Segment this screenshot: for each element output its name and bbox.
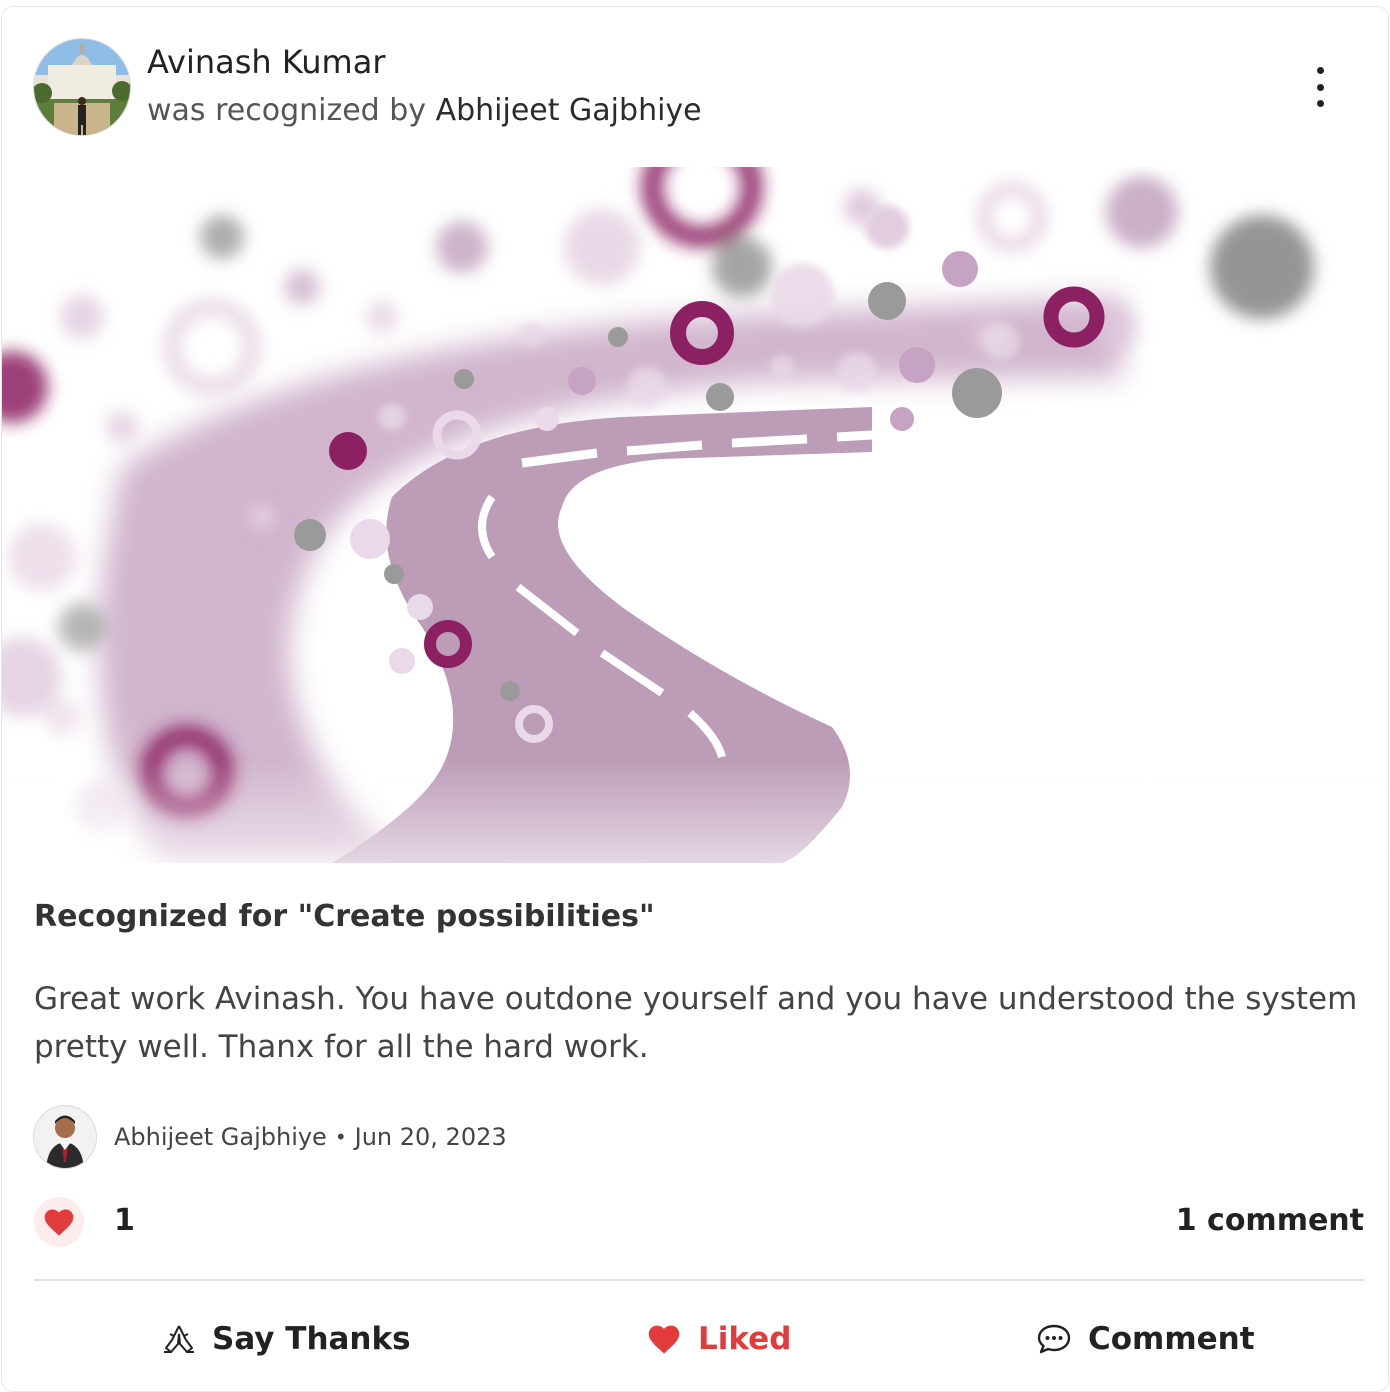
action-bar: Say Thanks Liked Comment [2,1307,1388,1371]
liked-label: Liked [698,1321,792,1357]
recognition-message: Great work Avinash. You have outdone you… [34,981,1358,1065]
recognition-card: Avinash Kumar was recognized by Abhijeet… [1,6,1389,1392]
more-vertical-icon-dot [1316,83,1324,91]
divider [34,1279,1364,1281]
comment-count[interactable]: 1 comment [1176,1203,1364,1238]
author-row: Abhijeet Gajbhiye • Jun 20, 2023 [34,1105,507,1169]
author-avatar[interactable] [34,1106,96,1168]
stats-row: 1 1 comment [34,1197,1364,1247]
post-header: Avinash Kumar was recognized by Abhijeet… [2,7,1388,165]
author-avatar-image [34,1106,96,1168]
more-vertical-icon-dot [1316,100,1324,107]
comment-button[interactable]: Comment [1036,1307,1255,1371]
more-vertical-icon [1316,67,1324,74]
separator-dot: • [334,1125,347,1149]
recognizer-name[interactable]: Abhijeet Gajbhiye [436,93,702,128]
post-date: Jun 20, 2023 [354,1123,507,1151]
heart-icon [44,1209,74,1236]
praying-hands-icon [164,1325,194,1353]
recipient-avatar[interactable] [34,39,130,135]
comment-label: Comment [1088,1321,1255,1357]
more-options-button[interactable] [1310,67,1330,107]
liked-button[interactable]: Liked [646,1307,791,1371]
recognized-by-prefix: was recognized by [147,93,427,128]
like-count[interactable]: 1 [114,1203,135,1238]
author-name[interactable]: Abhijeet Gajbhiye [114,1123,327,1151]
chat-bubble-icon [1037,1324,1071,1354]
like-reaction-badge[interactable] [34,1197,84,1247]
recipient-avatar-image [34,39,130,135]
recognition-reason: Recognized for "Create possibilities" [34,899,655,934]
recognition-banner-image [2,167,1388,863]
recipient-name[interactable]: Avinash Kumar [147,43,385,81]
say-thanks-button[interactable]: Say Thanks [162,1307,411,1371]
heart-icon [648,1325,680,1354]
recognized-by-line: was recognized by Abhijeet Gajbhiye [147,93,702,128]
say-thanks-label: Say Thanks [212,1321,411,1357]
